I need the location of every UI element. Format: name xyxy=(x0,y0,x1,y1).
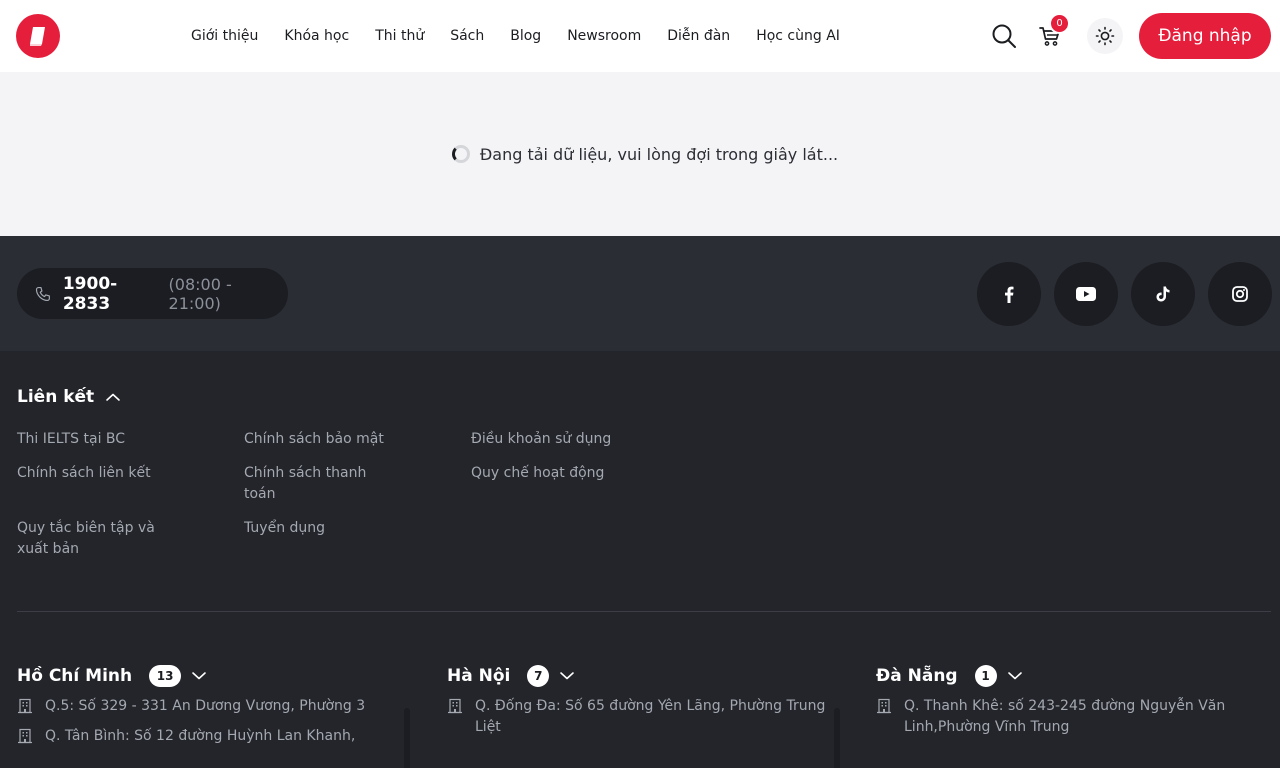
nav-newsroom[interactable]: Newsroom xyxy=(567,28,641,44)
region-count-badge: 7 xyxy=(527,665,550,687)
chevron-down-icon xyxy=(191,671,207,681)
footer-top-bar: 1900-2833 (08:00 - 21:00) xyxy=(0,236,1280,351)
instagram-icon xyxy=(1232,286,1248,302)
links-section-title: Liên kết xyxy=(17,387,95,407)
region-da-nang: Đà Nẵng 1 Q. Thanh Khê: số 243-245 đường… xyxy=(876,665,1236,738)
footer-link[interactable]: Chính sách liên kết xyxy=(17,463,217,484)
hotline-hours: (08:00 - 21:00) xyxy=(168,274,232,313)
region-ha-noi: Hà Nội 7 Q. Đống Đa: Số 65 đường Yên Lãn… xyxy=(447,665,837,738)
nav-hoc-cung-ai[interactable]: Học cùng AI xyxy=(756,28,840,44)
region-count-badge: 1 xyxy=(974,665,997,687)
address-text: Q. Tân Bình: Số 12 đường Huỳnh Lan Khanh… xyxy=(45,728,356,744)
nav-thi-thu[interactable]: Thi thử xyxy=(375,28,424,44)
hotline-number: 1900-2833 xyxy=(62,273,118,314)
building-icon xyxy=(17,698,33,714)
region-scrollbar[interactable] xyxy=(834,708,840,768)
region-name: Hà Nội xyxy=(447,666,511,686)
region-name: Hồ Chí Minh xyxy=(17,666,133,686)
chevron-down-icon xyxy=(1007,671,1023,681)
facebook-icon xyxy=(1005,286,1014,303)
footer-link[interactable]: Điều khoản sử dụng xyxy=(471,429,671,450)
nav-sach[interactable]: Sách xyxy=(450,28,484,44)
hotline-button[interactable]: 1900-2833 (08:00 - 21:00) xyxy=(17,268,288,319)
address-text: Q. Đống Đa: Số 65 đường Yên Lãng, Phường… xyxy=(475,698,826,735)
footer-link[interactable]: Chính sách thanh toán xyxy=(244,463,394,505)
footer-link[interactable]: Chính sách bảo mật xyxy=(244,429,444,450)
login-button[interactable]: Đăng nhập xyxy=(1139,13,1271,59)
footer-link[interactable]: Quy tắc biên tập và xuất bản xyxy=(17,518,177,560)
footer-link[interactable]: Quy chế hoạt động xyxy=(471,463,671,484)
spinner-icon xyxy=(451,145,470,163)
chevron-down-icon xyxy=(559,671,575,681)
address-item[interactable]: Q.5: Số 329 - 331 An Dương Vương, Phường… xyxy=(17,696,427,717)
region-ho-chi-minh: Hồ Chí Minh 13 Q.5: Số 329 - 331 An Dươn… xyxy=(17,665,427,747)
sun-icon xyxy=(1095,26,1115,46)
address-item[interactable]: Q. Tân Bình: Số 12 đường Huỳnh Lan Khanh… xyxy=(17,726,427,747)
phone-icon xyxy=(35,286,50,301)
loading-text: Đang tải dữ liệu, vui lòng đợi trong giâ… xyxy=(479,144,839,164)
search-icon xyxy=(992,24,1016,48)
loading-indicator: Đang tải dữ liệu, vui lòng đợi trong giâ… xyxy=(451,144,839,164)
footer-link[interactable]: Thi IELTS tại BC xyxy=(17,429,217,450)
tiktok-button[interactable] xyxy=(1131,262,1195,326)
nav-dien-dan[interactable]: Diễn đàn xyxy=(667,28,730,44)
youtube-icon xyxy=(1076,287,1096,301)
footer-divider xyxy=(17,611,1271,612)
youtube-button[interactable] xyxy=(1054,262,1118,326)
region-name: Đà Nẵng xyxy=(876,666,958,686)
site-logo[interactable] xyxy=(16,14,60,58)
address-text: Q. Thanh Khê: số 243-245 đường Nguyễn Vă… xyxy=(904,698,1226,735)
chevron-up-icon xyxy=(106,393,120,401)
nav-blog[interactable]: Blog xyxy=(510,28,541,44)
search-button[interactable] xyxy=(988,20,1020,52)
theme-toggle-button[interactable] xyxy=(1087,18,1123,54)
facebook-button[interactable] xyxy=(977,262,1041,326)
nav-khoa-hoc[interactable]: Khóa học xyxy=(284,28,349,44)
footer-link[interactable]: Tuyển dụng xyxy=(244,518,444,539)
building-icon xyxy=(447,698,463,714)
cart-count-badge: 0 xyxy=(1049,13,1070,34)
building-icon xyxy=(17,728,33,744)
region-toggle[interactable]: Đà Nẵng 1 xyxy=(876,665,1236,687)
address-item[interactable]: Q. Đống Đa: Số 65 đường Yên Lãng, Phường… xyxy=(447,696,837,738)
address-text: Q.5: Số 329 - 331 An Dương Vương, Phường… xyxy=(45,698,366,714)
address-item[interactable]: Q. Thanh Khê: số 243-245 đường Nguyễn Vă… xyxy=(876,696,1236,738)
main-nav: Giới thiệu Khóa học Thi thử Sách Blog Ne… xyxy=(178,0,853,72)
region-scrollbar[interactable] xyxy=(404,708,410,768)
building-icon xyxy=(876,698,892,714)
instagram-button[interactable] xyxy=(1208,262,1272,326)
region-toggle[interactable]: Hồ Chí Minh 13 xyxy=(17,665,427,687)
footer-main: Liên kết Thi IELTS tại BC Chính sách bảo… xyxy=(0,351,1280,768)
links-section-toggle[interactable]: Liên kết xyxy=(17,387,121,407)
nav-gioi-thieu[interactable]: Giới thiệu xyxy=(191,28,258,44)
site-header: Giới thiệu Khóa học Thi thử Sách Blog Ne… xyxy=(0,0,1280,72)
region-count-badge: 13 xyxy=(149,665,182,687)
region-toggle[interactable]: Hà Nội 7 xyxy=(447,665,837,687)
loading-area: Đang tải dữ liệu, vui lòng đợi trong giâ… xyxy=(0,72,1280,236)
book-logo-icon xyxy=(30,27,45,46)
tiktok-icon xyxy=(1156,286,1170,302)
